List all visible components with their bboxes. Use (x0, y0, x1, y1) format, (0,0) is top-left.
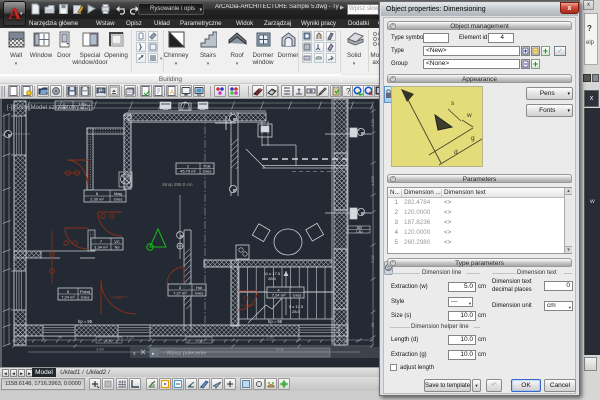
svg-text:.80: .80 (62, 106, 67, 110)
svg-text:A: A (170, 90, 174, 96)
svg-text:98: 98 (370, 322, 375, 327)
svg-text:7.27 m²: 7.27 m² (173, 291, 187, 296)
svg-text:Gres: Gres (203, 169, 212, 174)
svg-text:90: 90 (80, 106, 84, 110)
svg-text:1.20: 1.20 (370, 118, 375, 127)
svg-text:2.02: 2.02 (370, 254, 375, 263)
svg-text:7.24 m²: 7.24 m² (272, 293, 286, 298)
svg-text:Gres: Gres (293, 293, 302, 298)
svg-text:G: G (151, 382, 155, 388)
svg-text:hp = 95: hp = 95 (268, 319, 283, 324)
svg-text:Gres: Gres (195, 291, 204, 296)
svg-text:VC: VC (114, 239, 120, 244)
svg-text:1.805: 1.805 (370, 175, 375, 186)
svg-text:Ter: Ter (114, 245, 120, 250)
svg-text:7.24 m²: 7.24 m² (61, 295, 75, 300)
svg-text:1.34 m²: 1.34 m² (94, 245, 108, 250)
svg-text:- Wpisz polecenie: - Wpisz polecenie (163, 351, 206, 357)
svg-text:100: 100 (246, 303, 253, 308)
svg-text:28.0: 28.0 (268, 276, 277, 281)
svg-text:3.64: 3.64 (96, 348, 103, 352)
svg-text:d: d (454, 149, 458, 156)
svg-text:s: s (451, 100, 455, 107)
svg-text:180: 180 (115, 295, 122, 300)
svg-text:45.79 m²: 45.79 m² (180, 169, 196, 174)
svg-text:1.80: 1.80 (356, 230, 363, 234)
svg-text:x: x (133, 351, 136, 357)
svg-text:1.50: 1.50 (106, 339, 113, 343)
svg-text:Strop 288.0 cm: Strop 288.0 cm (162, 182, 193, 187)
svg-text:2.30 m²: 2.30 m² (90, 197, 104, 202)
svg-text:Pokój: Pokój (80, 289, 90, 294)
svg-text:28.0: 28.0 (292, 309, 301, 314)
svg-text:Mag: Mag (114, 191, 122, 196)
svg-text:2.01: 2.01 (196, 339, 203, 343)
svg-text:Gres: Gres (114, 197, 123, 202)
svg-text:hp = 95: hp = 95 (78, 319, 93, 324)
svg-text:w: w (466, 112, 472, 119)
svg-text:g: g (471, 135, 475, 142)
svg-text:Gres: Gres (81, 295, 90, 300)
svg-text:Hol: Hol (196, 285, 202, 290)
